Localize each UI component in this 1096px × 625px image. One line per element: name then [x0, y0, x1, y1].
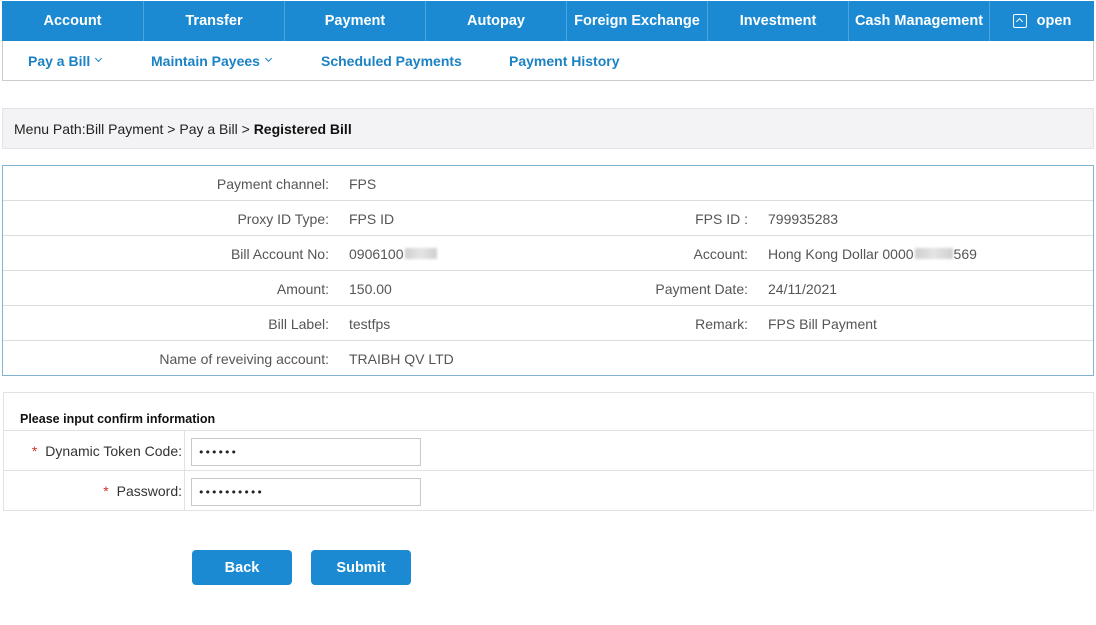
required-marker: * — [31, 443, 38, 459]
tab-label: Transfer — [185, 13, 243, 29]
account-label: Account: — [693, 245, 748, 262]
detail-row: Bill Label: testfps Remark: FPS Bill Pay… — [3, 306, 1093, 341]
token-row: * Dynamic Token Code: — [4, 431, 1093, 471]
account-prefix: Hong Kong Dollar 0000 — [768, 245, 914, 262]
payment-date-label: Payment Date: — [655, 280, 748, 297]
amount-label: Amount: — [276, 280, 329, 297]
tab-label: Foreign Exchange — [574, 13, 700, 29]
password-row: * Password: — [4, 471, 1093, 511]
fps-id-label: FPS ID : — [695, 210, 748, 227]
subnav-scheduled-payments[interactable]: Scheduled Payments — [321, 41, 462, 80]
password-label-text: Password: — [116, 483, 182, 499]
tab-payment[interactable]: Payment — [285, 1, 426, 41]
tab-investment[interactable]: Investment — [708, 1, 849, 41]
amount-value: 150.00 — [349, 280, 392, 297]
tab-account[interactable]: Account — [2, 1, 144, 41]
password-input[interactable] — [191, 478, 421, 506]
payment-channel-value: FPS — [349, 175, 377, 192]
tab-label: Account — [43, 13, 102, 29]
subnav-label: Pay a Bill — [28, 52, 91, 69]
confirm-form-title: Please input confirm information — [4, 393, 1093, 431]
tab-cash-management[interactable]: Cash Management — [849, 1, 990, 41]
subnav-label: Maintain Payees — [151, 52, 260, 69]
receiving-account-name-label: Name of reveiving account: — [159, 350, 329, 367]
subnav-maintain-payees[interactable]: Maintain Payees — [151, 41, 272, 80]
remark-value: FPS Bill Payment — [768, 315, 877, 332]
proxy-id-type-label: Proxy ID Type: — [237, 210, 329, 227]
tab-label: Payment — [324, 13, 386, 29]
bill-account-no-prefix: 0906100 — [349, 245, 404, 262]
account-value: Hong Kong Dollar 0000 569 — [768, 236, 977, 271]
subnav-payment-history[interactable]: Payment History — [509, 41, 619, 80]
account-suffix: 569 — [953, 245, 977, 262]
token-label-text: Dynamic Token Code: — [45, 443, 182, 459]
password-label: * Password: — [4, 471, 185, 511]
detail-row: Payment channel: FPS — [3, 166, 1093, 201]
expand-up-icon — [1012, 14, 1027, 28]
subnav-label: Payment History — [509, 52, 620, 69]
tab-foreign-exchange[interactable]: Foreign Exchange — [567, 1, 708, 41]
redacted-blur — [404, 248, 437, 259]
detail-row: Bill Account No: 0906100 Account: Hong K… — [3, 236, 1093, 271]
open-label: open — [1036, 13, 1072, 29]
subnav-pay-a-bill[interactable]: Pay a Bill — [28, 41, 103, 80]
breadcrumb: Menu Path:Bill Payment > Pay a Bill > Re… — [2, 108, 1094, 149]
token-label: * Dynamic Token Code: — [4, 431, 185, 471]
tab-transfer[interactable]: Transfer — [144, 1, 285, 41]
tab-label: Autopay — [467, 13, 525, 29]
open-menu-button[interactable]: open — [990, 1, 1094, 41]
bill-label-value: testfps — [349, 315, 391, 332]
detail-row: Name of reveiving account: TRAIBH QV LTD — [3, 341, 1093, 376]
payment-channel-label: Payment channel: — [216, 175, 329, 192]
redacted-blur — [914, 248, 953, 259]
detail-row: Amount: 150.00 Payment Date: 24/11/2021 — [3, 271, 1093, 306]
receiving-account-name-value: TRAIBH QV LTD — [349, 350, 454, 367]
back-button[interactable]: Back — [192, 550, 292, 585]
bill-account-no-value: 0906100 — [349, 236, 438, 271]
remark-label: Remark: — [695, 315, 748, 332]
breadcrumb-path: Menu Path:Bill Payment > Pay a Bill > — [14, 120, 254, 137]
top-nav: Account Transfer Payment Autopay Foreign… — [2, 1, 1094, 41]
dynamic-token-input[interactable] — [191, 438, 421, 466]
sub-nav: Pay a Bill Maintain Payees Scheduled Pay… — [2, 41, 1094, 81]
tab-label: Investment — [739, 13, 817, 29]
tab-autopay[interactable]: Autopay — [426, 1, 567, 41]
subnav-label: Scheduled Payments — [321, 52, 462, 69]
payment-date-value: 24/11/2021 — [768, 280, 838, 297]
bill-account-no-label: Bill Account No: — [230, 245, 329, 262]
proxy-id-type-value: FPS ID — [349, 210, 395, 227]
detail-row: Proxy ID Type: FPS ID FPS ID : 799935283 — [3, 201, 1093, 236]
payment-details-table: Payment channel: FPS Proxy ID Type: FPS … — [2, 165, 1094, 376]
submit-button[interactable]: Submit — [311, 550, 411, 585]
fps-id-value: 799935283 — [768, 210, 839, 227]
chevron-down-icon — [95, 54, 103, 63]
required-marker: * — [103, 483, 109, 499]
tab-label: Cash Management — [854, 13, 984, 29]
chevron-down-icon — [264, 54, 272, 63]
bill-label-label: Bill Label: — [268, 315, 329, 332]
breadcrumb-current: Registered Bill — [253, 120, 352, 137]
confirm-form: Please input confirm information * Dynam… — [3, 392, 1094, 511]
